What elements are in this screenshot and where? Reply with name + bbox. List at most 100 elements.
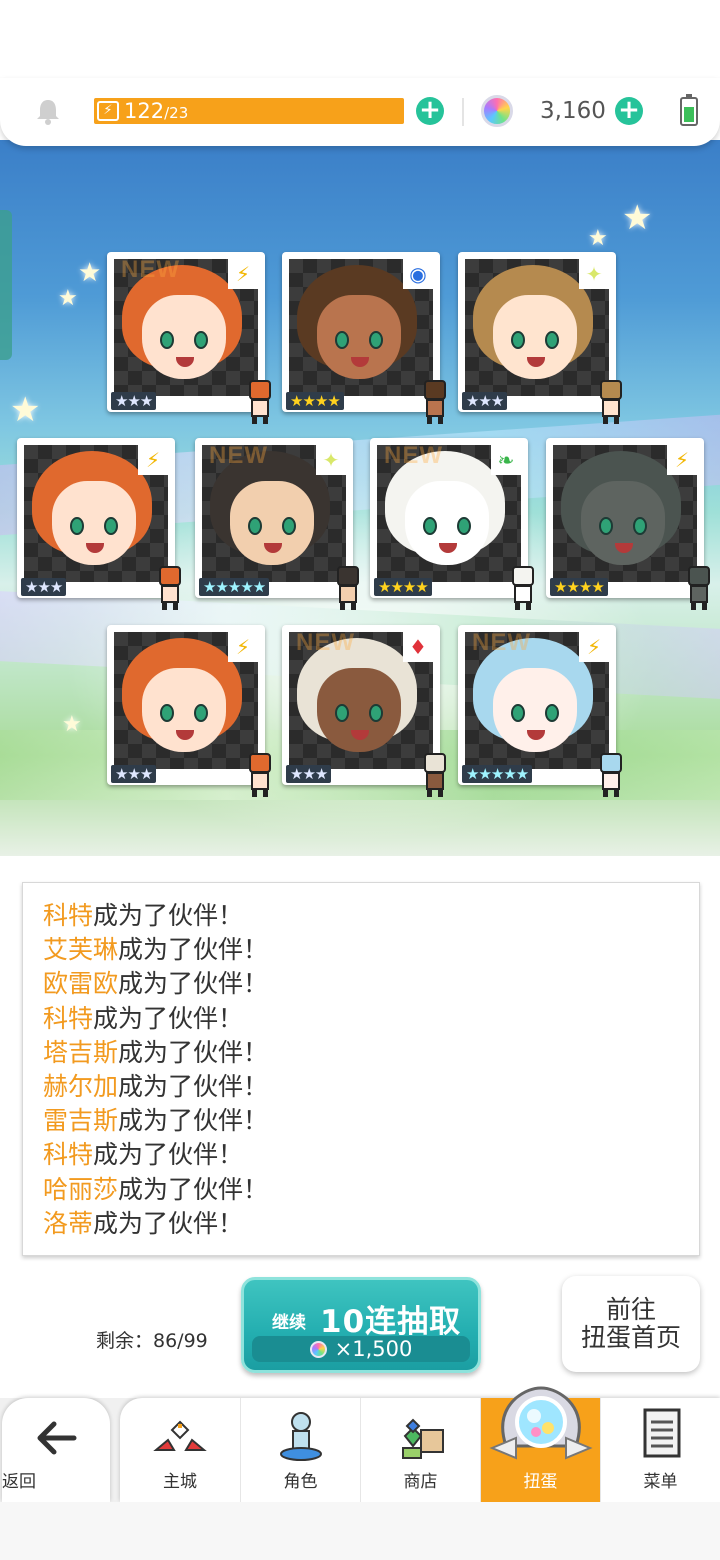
- pull-label: 10连抽取: [320, 1304, 462, 1340]
- nav-label-character: 角色: [283, 1472, 318, 1492]
- log-suffix: 成为了伙伴！: [118, 935, 269, 965]
- castle-icon: [153, 1420, 207, 1451]
- new-tag: NEW: [209, 442, 268, 469]
- nav-label-castle: 主城: [163, 1472, 197, 1492]
- log-character-name: 科特: [43, 901, 94, 930]
- portrait-eye: [457, 517, 471, 535]
- log-character-name: 科特: [43, 1003, 94, 1033]
- log-line: 赫尔加成为了伙伴！: [43, 1070, 679, 1104]
- log-suffix: 成为了伙伴！: [93, 1003, 244, 1033]
- new-tag: NEW: [472, 629, 531, 656]
- result-card[interactable]: ⚡ ★★★★: [546, 438, 710, 610]
- water-element-icon: ◉: [403, 259, 433, 289]
- portrait-eye: [194, 331, 208, 349]
- lightning-element-icon: ⚡: [667, 445, 697, 475]
- log-character-name: 科特: [43, 1140, 94, 1170]
- log-character-name: 洛蒂: [43, 1208, 94, 1237]
- gem-count: 3,160: [540, 98, 606, 124]
- result-card[interactable]: ✦ ★★★: [458, 252, 622, 424]
- log-line: 哈丽莎成为了伙伴！: [43, 1173, 679, 1207]
- rarity-stars: ★★★: [111, 765, 157, 783]
- rarity-stars: ★★★: [21, 578, 67, 596]
- star-sparkle-icon: ★: [622, 198, 653, 238]
- result-log-lines[interactable]: 科特成为了伙伴！ 艾芙琳成为了伙伴！ 欧雷欧成为了伙伴！ 科特成为了伙伴！ 塔吉斯成为了…: [43, 899, 679, 1237]
- result-log-panel: 科特成为了伙伴！ 艾芙琳成为了伙伴！ 欧雷欧成为了伙伴！ 科特成为了伙伴！ 塔吉斯成为了…: [22, 882, 700, 1256]
- result-card[interactable]: NEW ♦ ★★★: [282, 625, 446, 797]
- nav-tab-menu[interactable]: 菜单: [600, 1398, 720, 1502]
- portrait-eye: [633, 517, 647, 535]
- pull-10-button[interactable]: 继续 10连抽取 ×1,500: [241, 1277, 481, 1373]
- lightning-element-icon: ⚡: [228, 632, 258, 662]
- result-card[interactable]: NEW ❧ ★★★★: [370, 438, 534, 610]
- portrait-eye: [335, 704, 349, 722]
- portrait-eye: [599, 517, 613, 535]
- log-line: 艾芙琳成为了伙伴！: [43, 933, 679, 967]
- log-character-name: 欧雷欧: [43, 969, 119, 999]
- portrait-eye: [335, 331, 349, 349]
- chibi-sprite-icon: [594, 753, 628, 799]
- chibi-sprite-icon: [682, 566, 716, 612]
- portrait-eye: [160, 704, 174, 722]
- back-label: 返回: [2, 1472, 36, 1492]
- portrait-eye: [194, 704, 208, 722]
- portrait-eye: [545, 704, 559, 722]
- result-card[interactable]: NEW ✦ ★★★★★: [195, 438, 359, 610]
- new-tag: NEW: [296, 629, 355, 656]
- log-line: 雷吉斯成为了伙伴！: [43, 1104, 679, 1138]
- new-tag: NEW: [121, 256, 180, 283]
- log-line: 科特成为了伙伴！: [43, 1002, 679, 1036]
- shop-icon: [402, 1418, 444, 1459]
- result-card[interactable]: NEW ⚡ ★★★★★: [458, 625, 622, 797]
- log-suffix: 成为了伙伴！: [118, 1174, 269, 1204]
- rarity-stars: ★★★★: [286, 392, 344, 410]
- wind-element-icon: ❧: [491, 445, 521, 475]
- gem-icon: [481, 95, 513, 127]
- log-line: 科特成为了伙伴！: [43, 1138, 679, 1172]
- portrait-eye: [160, 331, 174, 349]
- chibi-sprite-icon: [418, 380, 452, 426]
- log-line: 塔吉斯成为了伙伴！: [43, 1036, 679, 1070]
- star-sparkle-icon: ★: [62, 712, 82, 737]
- log-line: 欧雷欧成为了伙伴！: [43, 967, 679, 1001]
- nav-tab-gacha[interactable]: 扭蛋: [480, 1386, 600, 1502]
- nav-tab-character[interactable]: 角色: [240, 1398, 360, 1502]
- remaining-count: 剩余：86/99: [96, 1330, 208, 1352]
- divider: [462, 98, 464, 126]
- nav-label-gacha: 扭蛋: [523, 1472, 558, 1492]
- bell-icon[interactable]: [33, 96, 63, 126]
- nav-tab-shop[interactable]: 商店: [360, 1398, 480, 1502]
- chibi-sprite-icon: [331, 566, 365, 612]
- add-gems-button[interactable]: +: [615, 97, 643, 125]
- menu-icon: [643, 1408, 681, 1458]
- rarity-stars: ★★★: [286, 765, 332, 783]
- new-tag: NEW: [384, 442, 443, 469]
- nav-tab-castle[interactable]: 主城: [120, 1398, 240, 1502]
- log-character-name: 哈丽莎: [43, 1174, 119, 1204]
- rarity-stars: ★★★★★: [199, 578, 270, 596]
- fire-element-icon: ♦: [403, 632, 433, 662]
- result-card[interactable]: NEW ⚡ ★★★: [107, 252, 271, 424]
- result-card[interactable]: ◉ ★★★★: [282, 252, 446, 424]
- nav-label-shop: 商店: [403, 1472, 438, 1492]
- add-stamina-button[interactable]: +: [416, 97, 444, 125]
- result-card[interactable]: ⚡ ★★★: [17, 438, 181, 610]
- portrait-eye: [511, 331, 525, 349]
- resource-bar: ⚡ 122/23 + 3,160 +: [0, 78, 720, 146]
- log-character-name: 赫尔加: [43, 1071, 119, 1101]
- log-suffix: 成为了伙伴！: [93, 901, 244, 930]
- chibi-sprite-icon: [594, 380, 628, 426]
- chibi-sprite-icon: [506, 566, 540, 612]
- log-character-name: 艾芙琳: [43, 935, 119, 965]
- back-button[interactable]: 返回: [2, 1398, 110, 1502]
- system-nav-area: [0, 1502, 720, 1560]
- battery-icon: [680, 94, 698, 126]
- side-tab[interactable]: [0, 210, 12, 360]
- portrait-eye: [282, 517, 296, 535]
- result-card[interactable]: ⚡ ★★★: [107, 625, 271, 797]
- portrait-eye: [369, 331, 383, 349]
- lightning-element-icon: ⚡: [228, 259, 258, 289]
- log-suffix: 成为了伙伴！: [118, 969, 269, 999]
- log-character-name: 雷吉斯: [43, 1106, 119, 1136]
- gacha-home-button[interactable]: 前往 扭蛋首页: [562, 1276, 700, 1372]
- continue-label: 继续: [272, 1313, 306, 1333]
